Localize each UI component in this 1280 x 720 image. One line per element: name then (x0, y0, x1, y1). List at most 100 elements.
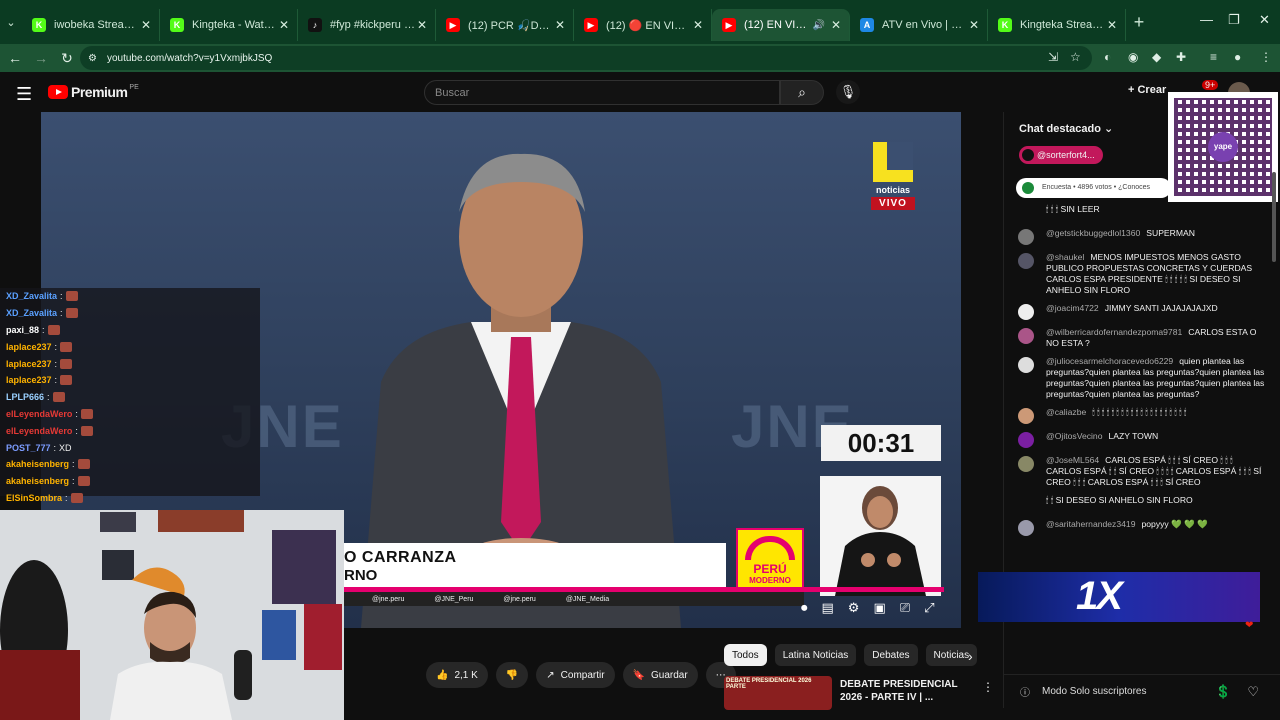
search-input[interactable]: Buscar (424, 80, 780, 105)
site-info-icon[interactable]: ⚙ (88, 53, 97, 64)
chip-latina-noticias[interactable]: Latina Noticias (774, 644, 857, 666)
avatar[interactable] (1018, 304, 1034, 320)
browser-tab[interactable]: K Kingteka Stream - Watch✕ (988, 9, 1126, 41)
chat-footer: ⓘ Modo Solo suscriptores 💲 ♡ (1004, 674, 1280, 708)
avatar[interactable] (1018, 408, 1034, 424)
chat-message[interactable]: @joacim4722 JIMMY SANTI JAJAJAJAJXD (1018, 303, 1268, 320)
browser-tab[interactable]: Kiwobeka Stream - Watch✕ (22, 9, 160, 41)
more-vert-icon[interactable]: ⋮ (982, 680, 994, 694)
search-button[interactable]: ⌕ (780, 80, 824, 105)
pinned-user-chip[interactable]: @sorterfort4... (1019, 146, 1103, 164)
speaker-icon[interactable]: 🔊 (813, 20, 825, 31)
chat-author[interactable]: @juliocesarmelchoracevedo6229 (1046, 356, 1173, 366)
media-controls-icon[interactable]: ≡ (1210, 50, 1217, 64)
tab-search-chevron-icon[interactable]: ⌄ (0, 16, 22, 29)
chat-author[interactable]: @OjitosVecino (1046, 431, 1103, 441)
chat-message[interactable]: @OjitosVecino LAZY TOWN (1018, 431, 1268, 448)
avatar[interactable] (1018, 357, 1034, 373)
close-tab-icon[interactable]: ✕ (139, 18, 153, 32)
extensions-puzzle-icon[interactable]: ✚ (1176, 50, 1186, 64)
avatar[interactable] (1018, 253, 1034, 269)
poll-banner[interactable]: Encuesta • 4896 votos • ¿Conoces (1016, 178, 1171, 198)
address-bar[interactable]: ⚙ youtube.com/watch?v=y1VxmjbkJSQ (80, 46, 1092, 70)
stream-chat-user: XD_Zavalita (6, 291, 58, 302)
back-icon[interactable]: ← (2, 50, 28, 66)
avatar[interactable] (1018, 328, 1034, 344)
chat-author[interactable]: @getstickbuggedlol1360 (1046, 228, 1140, 238)
browser-tab[interactable]: K Kingteka - Watch clips on✕ (160, 9, 298, 41)
install-app-icon[interactable]: ⇲ (1048, 50, 1058, 64)
close-tab-icon[interactable]: ✕ (1105, 18, 1119, 32)
chat-author[interactable]: @saritahernandez3419 (1046, 519, 1135, 529)
browser-menu-icon[interactable]: ⋮ (1260, 50, 1272, 64)
avatar[interactable] (1018, 432, 1034, 448)
captions-icon[interactable]: ▤ (822, 600, 834, 616)
close-tab-icon[interactable]: ✕ (415, 18, 429, 32)
chat-mode-selector[interactable]: Chat destacado ⌄ (1019, 122, 1113, 135)
bookmark-star-icon[interactable]: ☆ (1070, 50, 1081, 64)
notification-badge[interactable]: 9+ (1202, 80, 1219, 90)
chat-message[interactable]: @caliazbe 🕯 🕯 🕯 🕯 🕯 🕯 🕯 🕯 🕯 🕯 🕯 🕯 🕯 🕯 🕯 🕯… (1018, 407, 1268, 424)
new-tab-button[interactable]: + (1126, 12, 1152, 33)
chat-message[interactable]: @shaukel MENOS IMPUESTOS MENOS GASTO PUBL… (1018, 252, 1268, 296)
stream-chat-line: elLeyendaWero: (0, 422, 260, 439)
close-tab-icon[interactable]: ✕ (967, 18, 981, 32)
close-window-icon[interactable]: ✕ (1259, 12, 1270, 28)
chat-message[interactable]: 🕯 🕯 SI DESEO SI ANHELO SIN FLORO (1018, 495, 1268, 512)
save-button[interactable]: 🔖 Guardar (622, 662, 698, 688)
chip-debates[interactable]: Debates (864, 644, 918, 666)
chip-todos[interactable]: Todos (724, 644, 767, 666)
extension-icon[interactable]: ◐ (1104, 50, 1111, 64)
chat-author[interactable]: @wilberricardofernandezpoma9781 (1046, 327, 1182, 337)
browser-tab[interactable]: ▶ (12) PCR 🎣DESPIERTA PE✕ (436, 9, 574, 41)
chat-author[interactable]: @shaukel (1046, 252, 1084, 262)
super-chat-icon[interactable]: 💲 (1215, 684, 1231, 700)
chat-author[interactable]: @joacim4722 (1046, 303, 1099, 313)
fullscreen-icon[interactable]: ⤢ (924, 600, 934, 616)
close-tab-icon[interactable]: ✕ (277, 18, 291, 32)
browser-tab[interactable]: ▶ (12) EN VIVO: DEBAT🔊 ✕ (712, 9, 850, 41)
chevron-right-icon[interactable]: › (968, 648, 973, 664)
stream-overlay-chat: XD_Zavalita: XD_Zavalita: paxi_88: laplace2… (0, 288, 260, 503)
browser-tab[interactable]: A ATV en Vivo | Canal 9 - D✕ (850, 9, 988, 41)
voice-search-icon[interactable]: 🎙 (836, 80, 860, 104)
settings-gear-icon[interactable]: ⚙ (848, 600, 860, 616)
profile-icon[interactable]: ● (1234, 50, 1241, 64)
reload-icon[interactable]: ↻ (54, 50, 80, 67)
minimize-icon[interactable]: — (1200, 12, 1213, 27)
dislike-button[interactable]: 👎 (495, 662, 529, 688)
autoplay-toggle[interactable]: ⏺ (801, 600, 808, 616)
menu-icon[interactable]: ☰ (16, 84, 32, 105)
maximize-icon[interactable]: ❐ (1228, 12, 1240, 28)
chat-message[interactable]: @saritahernandez3419 popyyy 💚 💚 💚 (1018, 519, 1268, 536)
share-button[interactable]: ↗ Compartir (536, 662, 615, 688)
extension-icon[interactable]: ◉ (1128, 50, 1138, 64)
chat-message[interactable]: @juliocesarmelchoracevedo6229 quien plant… (1018, 356, 1268, 400)
like-button[interactable]: 👍 2,1 K (426, 662, 488, 688)
forward-icon[interactable]: → (28, 50, 54, 66)
close-tab-icon[interactable]: ✕ (829, 18, 843, 32)
info-icon[interactable]: ⓘ (1020, 684, 1030, 699)
avatar[interactable] (1018, 520, 1034, 536)
recommended-video[interactable]: DEBATE PRESIDENCIAL 2026 PARTE DEBATE PR… (724, 676, 994, 710)
close-tab-icon[interactable]: ✕ (553, 18, 567, 32)
close-tab-icon[interactable]: ✕ (691, 18, 705, 32)
chat-message[interactable]: @JoseML564 CARLOS ESPÁ 🕯 🕯 🕯 SÍ CREO 🕯 🕯 … (1018, 455, 1268, 488)
chat-message[interactable]: @wilberricardofernandezpoma9781 CARLOS ES… (1018, 327, 1268, 349)
avatar[interactable] (1018, 456, 1034, 472)
create-button[interactable]: + Crear (1128, 84, 1166, 96)
chat-scrollbar[interactable] (1272, 172, 1276, 262)
chat-message[interactable]: @getstickbuggedlol1360 SUPERMAN (1018, 228, 1268, 245)
miniplayer-icon[interactable]: ▣ (873, 600, 885, 616)
chat-author[interactable]: @JoseML564 (1046, 455, 1099, 465)
extension-icon[interactable]: ◆ (1152, 50, 1161, 64)
stream-chat-user: POST_777 (6, 442, 51, 453)
browser-tab[interactable]: ▶ (12) 🔴 EN VIVO - "MAG✕ (574, 9, 712, 41)
browser-tab[interactable]: ♪ #fyp #kickperu #sideral |✕ (298, 9, 436, 41)
chat-message[interactable]: 🕯 🕯 🕯 SIN LEER (1018, 204, 1268, 221)
avatar[interactable] (1018, 229, 1034, 245)
heart-icon[interactable]: ♡ (1247, 684, 1259, 700)
chat-author[interactable]: @caliazbe (1046, 407, 1086, 417)
cast-icon[interactable]: ⎚ (900, 600, 910, 616)
youtube-premium-logo[interactable]: Premium PE (48, 84, 139, 100)
